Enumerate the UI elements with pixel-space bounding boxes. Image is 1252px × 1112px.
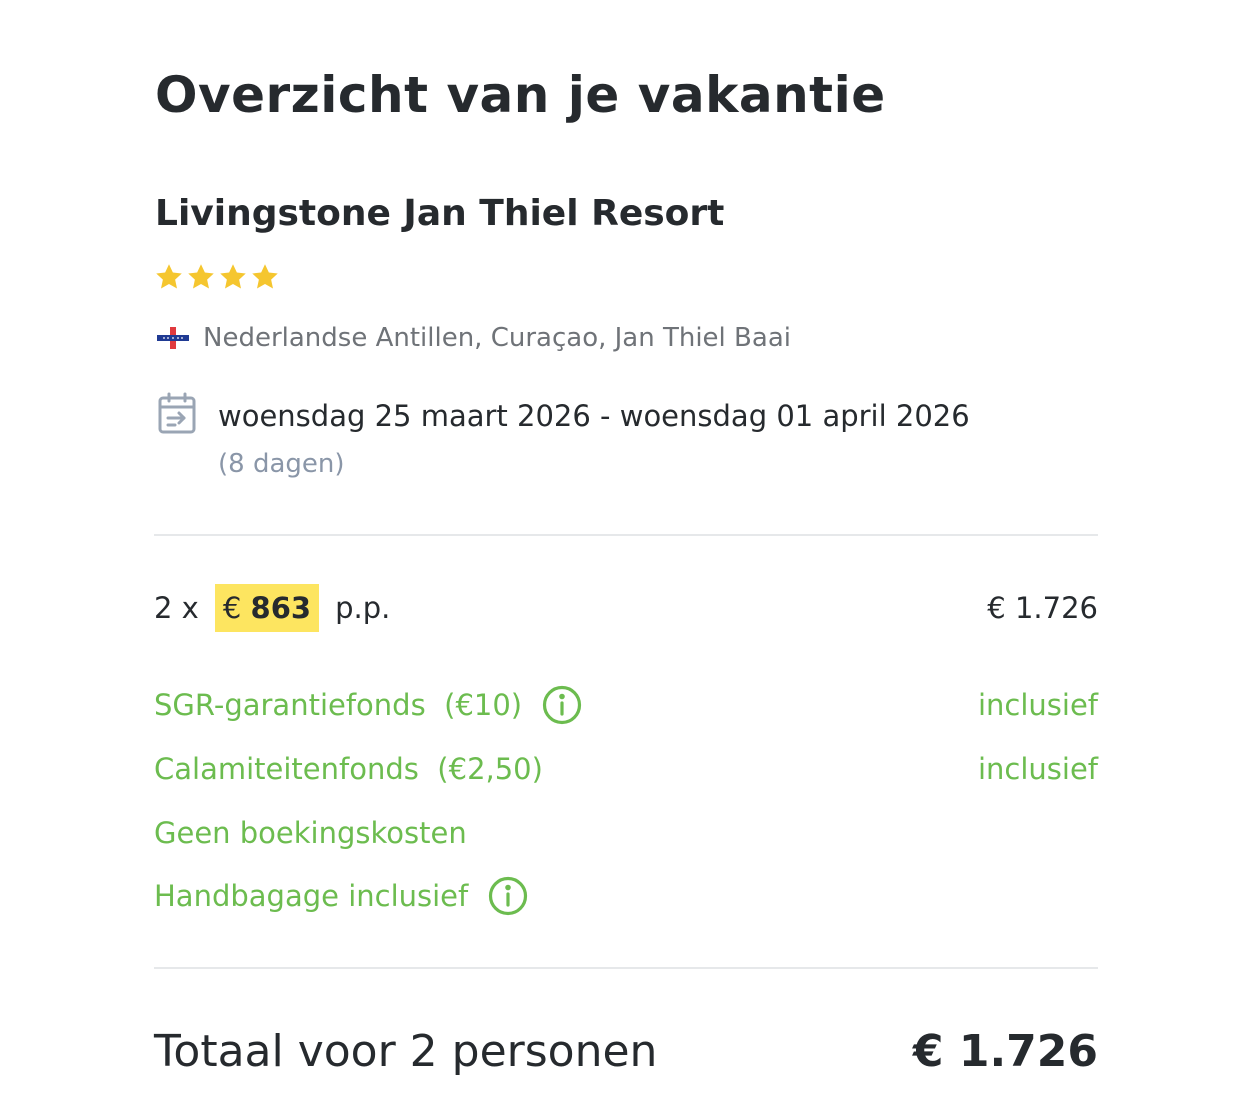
fee-value: inclusief xyxy=(977,688,1098,722)
traveler-quantity: 2 x xyxy=(154,591,199,625)
price-per-person-row: 2 x € 863 p.p. € 1.726 xyxy=(154,584,1098,632)
price-per-person-amount: 863 xyxy=(250,591,312,625)
info-icon[interactable] xyxy=(488,876,528,916)
fee-label: Calamiteitenfonds (€2,50) xyxy=(154,752,543,786)
fee-value: inclusief xyxy=(977,752,1098,786)
vacation-overview: Overzicht van je vakantie Livingstone Ja… xyxy=(0,0,1252,1112)
total-row: Totaal voor 2 personen € 1.726 xyxy=(154,1022,1098,1082)
location-text: Nederlandse Antillen, Curaçao, Jan Thiel… xyxy=(203,323,791,353)
fee-row-hand-luggage: Handbagage inclusief xyxy=(154,874,1098,918)
divider xyxy=(154,534,1098,536)
star-icon xyxy=(220,264,246,289)
total-label: Totaal voor 2 personen xyxy=(154,1026,658,1077)
hotel-name: Livingstone Jan Thiel Resort xyxy=(155,193,725,234)
star-icon xyxy=(188,264,214,289)
netherlands-antilles-flag-icon xyxy=(157,327,189,349)
star-icon xyxy=(252,264,278,289)
total-price: € 1.726 xyxy=(912,1026,1098,1077)
fee-label: Geen boekingskosten xyxy=(154,816,467,850)
currency-symbol: € xyxy=(222,591,242,625)
subtotal: € 1.726 xyxy=(987,591,1098,625)
page-title: Overzicht van je vakantie xyxy=(155,66,886,124)
fee-label: Handbagage inclusief xyxy=(154,879,469,913)
per-person-suffix: p.p. xyxy=(335,591,391,625)
date-range: woensdag 25 maart 2026 - woensdag 01 apr… xyxy=(218,399,970,433)
hotel-star-rating xyxy=(154,262,280,292)
fee-row-sgr: SGR-garantiefonds (€10) inclusief xyxy=(154,683,1098,727)
price-per-person: € 863 xyxy=(214,584,320,632)
calendar-icon xyxy=(158,392,196,434)
fee-row-booking-costs: Geen boekingskosten xyxy=(154,811,1098,855)
hotel-location: Nederlandse Antillen, Curaçao, Jan Thiel… xyxy=(157,320,791,356)
info-icon[interactable] xyxy=(542,685,582,725)
divider xyxy=(154,967,1098,969)
fee-row-calamiteiten: Calamiteitenfonds (€2,50) inclusief xyxy=(154,747,1098,791)
fee-label: SGR-garantiefonds (€10) xyxy=(154,688,523,722)
trip-duration: (8 dagen) xyxy=(218,449,345,479)
star-icon xyxy=(156,264,182,289)
